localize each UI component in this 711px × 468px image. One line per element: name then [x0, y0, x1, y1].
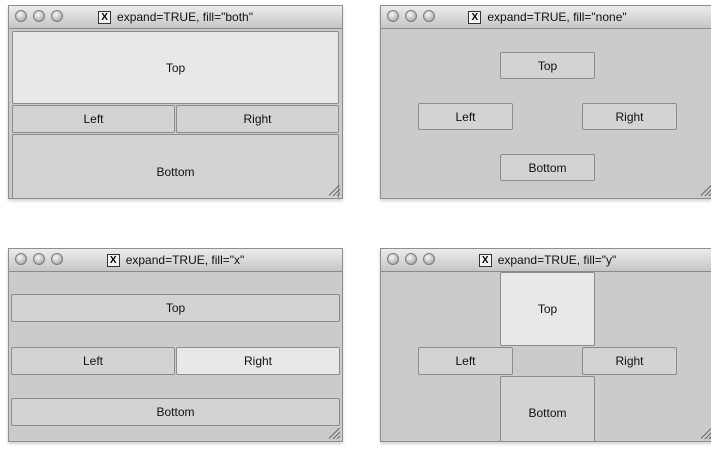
title-bar: X expand=TRUE, fill="y" [381, 249, 711, 272]
bottom-button[interactable]: Bottom [500, 376, 595, 441]
window-title-group: X expand=TRUE, fill="x" [9, 252, 342, 268]
top-button[interactable]: Top [12, 31, 339, 104]
resize-grip-icon[interactable] [701, 428, 711, 439]
left-button[interactable]: Left [11, 347, 175, 375]
x11-icon: X [106, 253, 120, 267]
x11-icon: X [468, 10, 482, 24]
right-button[interactable]: Right [582, 347, 677, 375]
title-bar: X expand=TRUE, fill="x" [9, 249, 342, 272]
window-content: Top Left Right Bottom [9, 29, 342, 198]
right-button[interactable]: Right [582, 103, 677, 130]
window-title-group: X expand=TRUE, fill="both" [9, 9, 342, 25]
window-fill-both: X expand=TRUE, fill="both" Top Left Righ… [8, 5, 343, 199]
top-button[interactable]: Top [11, 294, 340, 322]
left-button[interactable]: Left [418, 103, 513, 130]
window-fill-y: X expand=TRUE, fill="y" Top Left Right B… [380, 248, 711, 442]
title-bar: X expand=TRUE, fill="both" [9, 6, 342, 29]
resize-grip-icon[interactable] [701, 185, 711, 196]
window-fill-x: X expand=TRUE, fill="x" Top Left Right B… [8, 248, 343, 442]
window-title: expand=TRUE, fill="none" [487, 10, 627, 24]
x11-icon: X [478, 253, 492, 267]
window-content: Top Left Right Bottom [381, 272, 711, 441]
top-button[interactable]: Top [500, 52, 595, 79]
bottom-button[interactable]: Bottom [500, 154, 595, 181]
window-content: Top Left Right Bottom [381, 29, 711, 198]
top-button[interactable]: Top [500, 272, 595, 346]
title-bar: X expand=TRUE, fill="none" [381, 6, 711, 29]
bottom-button[interactable]: Bottom [11, 398, 340, 426]
bottom-button[interactable]: Bottom [12, 134, 339, 198]
resize-grip-icon[interactable] [329, 185, 340, 196]
window-title: expand=TRUE, fill="both" [117, 10, 253, 24]
window-content: Top Left Right Bottom [9, 272, 342, 441]
window-title: expand=TRUE, fill="x" [125, 253, 245, 267]
left-button[interactable]: Left [12, 105, 175, 133]
resize-grip-icon[interactable] [329, 428, 340, 439]
window-fill-none: X expand=TRUE, fill="none" Top Left Righ… [380, 5, 711, 199]
left-button[interactable]: Left [418, 347, 513, 375]
window-title-group: X expand=TRUE, fill="none" [381, 9, 711, 25]
right-button[interactable]: Right [176, 105, 339, 133]
window-title: expand=TRUE, fill="y" [497, 253, 617, 267]
x11-icon: X [98, 10, 112, 24]
window-title-group: X expand=TRUE, fill="y" [381, 252, 711, 268]
right-button[interactable]: Right [176, 347, 340, 375]
